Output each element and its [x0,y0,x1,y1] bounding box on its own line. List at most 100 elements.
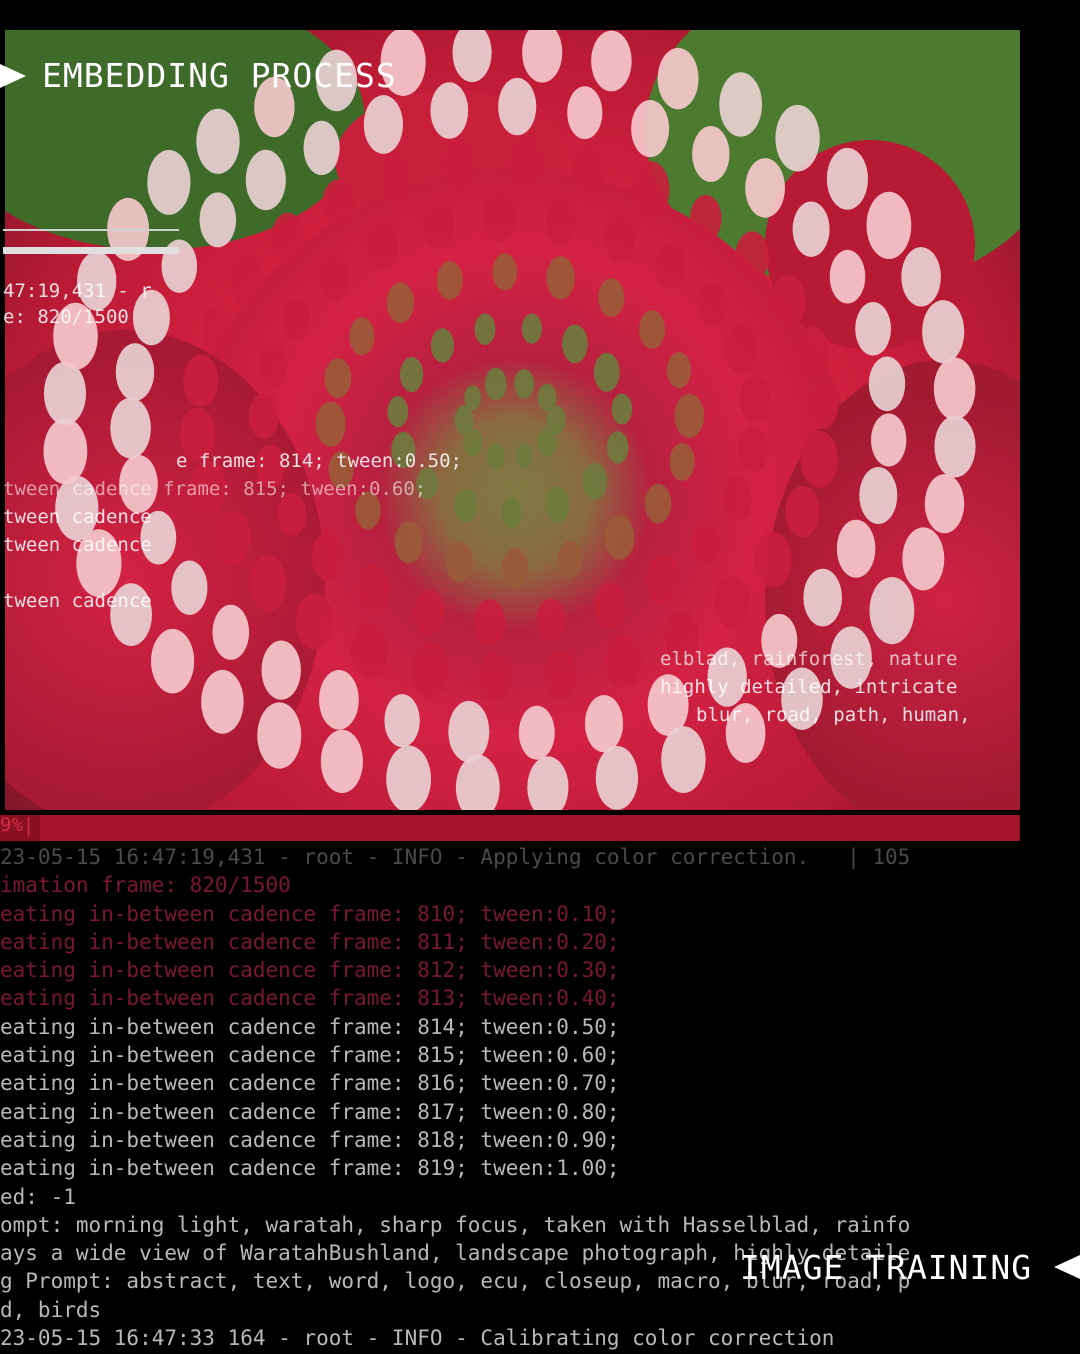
floret [735,231,769,282]
floret [441,138,478,192]
floret [545,486,570,523]
floret [562,324,588,364]
overlay-text: highly detailed, intricate [660,676,958,698]
log-line: imation frame: 820/1500 [0,873,291,898]
floret [859,467,898,524]
floret [498,77,537,136]
floret [598,278,625,318]
overlay-text: tween cadence frame: 815; tween:0.60; [3,478,427,500]
floret [473,599,506,647]
floret [201,669,244,734]
floret [324,358,352,399]
overlay-text: tween cadence [3,506,152,528]
floret [584,695,624,753]
floret [455,754,500,810]
floret [567,86,603,140]
floret [871,413,907,467]
floret [43,418,88,485]
floret [669,442,695,481]
floret [487,442,505,470]
floret [384,694,420,748]
floret [644,483,672,524]
log-line: ed: -1 [0,1184,76,1209]
floret [536,598,566,643]
floret [399,357,424,393]
floret [271,212,305,264]
floret [350,623,388,679]
floret [454,405,474,435]
floret [646,554,680,605]
log-line: eating in-between cadence frame: 812; tw… [0,958,620,983]
log-line: eating in-between cadence frame: 817; tw… [0,1099,620,1124]
floret [692,126,730,182]
floret [501,497,522,529]
progress-label: 9%| [0,814,35,836]
floret [248,393,280,439]
log-line: eating in-between cadence frame: 818; tw… [0,1127,620,1152]
floret [386,282,415,323]
floret [792,201,830,257]
floret [934,415,976,478]
floret [245,149,286,211]
floret [315,401,346,447]
floret [657,47,699,110]
floret [785,485,820,538]
overlay-text: tween cadence [3,590,152,612]
floret [311,532,344,580]
floret [230,255,264,306]
floret [422,201,455,250]
floret [611,393,633,425]
floret [349,317,375,356]
floret [605,633,642,688]
log-line: eating in-between cadence frame: 811; tw… [0,929,620,954]
floret [319,255,350,301]
floret [196,108,240,174]
floret [366,222,399,271]
floret [537,427,557,457]
log-line: 23-05-15 16:47:19,431 - root - INFO - Ap… [0,845,911,869]
floret [110,397,151,459]
floret [201,304,234,352]
floret [363,95,403,154]
floret [775,104,820,172]
overlay-text: 47:19,431 - r [3,280,152,302]
floret [474,313,496,345]
floret [924,474,965,534]
floret [452,30,492,83]
floret [632,161,670,218]
floret [714,575,750,629]
floret [478,653,512,703]
floret [690,194,722,243]
overlay-text: tween cadence [3,534,152,556]
floret [674,393,705,438]
floret [544,650,577,700]
floret [855,302,891,356]
arrow-right-icon [0,64,26,88]
floret [492,253,518,291]
floret [606,431,629,464]
log-line: ompt: morning light, waratah, sharp focu… [0,1212,911,1237]
floret [604,515,635,560]
floret [537,383,557,412]
floret [902,527,945,591]
floret [869,577,915,645]
floret [394,521,423,564]
floret [43,361,87,426]
floret [258,344,287,387]
floret [696,281,728,327]
log-line: eating in-between cadence frame: 815; tw… [0,1043,620,1068]
floret [666,352,692,389]
floret [738,426,769,473]
floret [515,443,533,469]
floret [357,565,391,614]
floret [933,357,976,420]
floret [320,729,363,794]
floret [507,134,543,189]
floret [282,297,311,340]
floret [445,541,473,583]
floret [257,702,302,769]
floret [593,352,620,392]
floret [655,243,686,289]
floret [319,670,359,730]
floret [595,746,639,810]
